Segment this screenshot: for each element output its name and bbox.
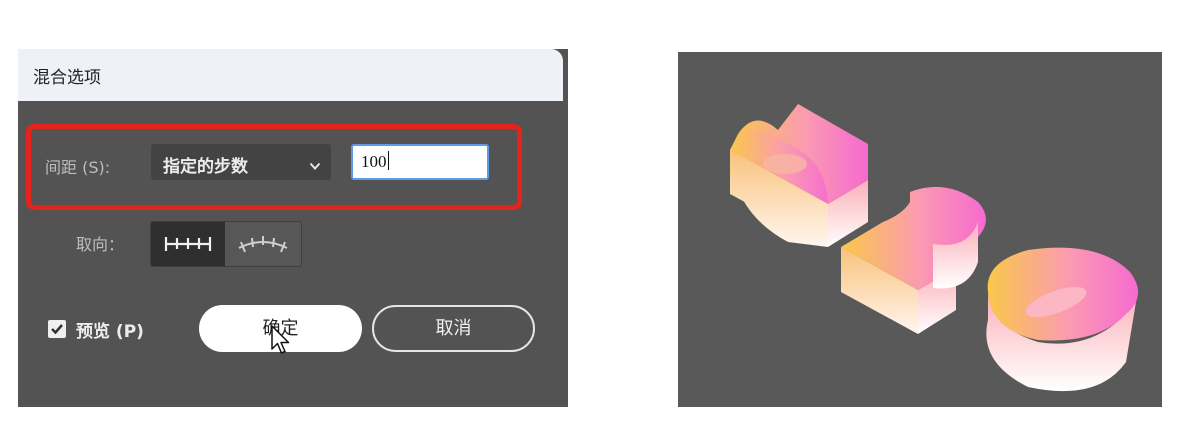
text-caret <box>387 151 389 170</box>
orientation-align-page-button[interactable] <box>151 222 225 266</box>
steps-input[interactable]: 100 <box>351 144 489 180</box>
spacing-dropdown-value: 指定的步数 <box>163 157 248 177</box>
artwork-preview-canvas <box>678 52 1162 407</box>
align-to-page-icon <box>164 237 212 251</box>
chevron-down-icon <box>309 156 321 176</box>
orientation-align-path-button[interactable] <box>226 222 300 266</box>
cancel-button[interactable]: 取消 <box>372 305 535 352</box>
dialog-title: 混合选项 <box>33 68 101 88</box>
dialog-titlebar: 混合选项 <box>18 49 563 101</box>
orientation-label: 取向： <box>76 235 125 254</box>
spacing-label: 间距 (S): <box>45 158 111 177</box>
spacing-dropdown[interactable]: 指定的步数 <box>151 144 331 180</box>
preview-label[interactable]: 预览 (P) <box>76 317 144 342</box>
align-to-path-icon <box>238 236 288 253</box>
digit-5-shape <box>730 104 868 247</box>
blend-options-dialog: 混合选项 间距 (S): 指定的步数 100 取向： 预览 (P) 确定 取消 <box>18 49 568 407</box>
orientation-toggle-group <box>150 221 302 267</box>
blend-520-artwork <box>730 104 1139 392</box>
arrow-cursor-icon <box>271 325 291 359</box>
checkmark-icon <box>51 324 63 335</box>
preview-checkbox[interactable] <box>48 320 66 338</box>
steps-input-value: 100 <box>361 152 387 171</box>
digit-0-shape <box>986 247 1139 392</box>
